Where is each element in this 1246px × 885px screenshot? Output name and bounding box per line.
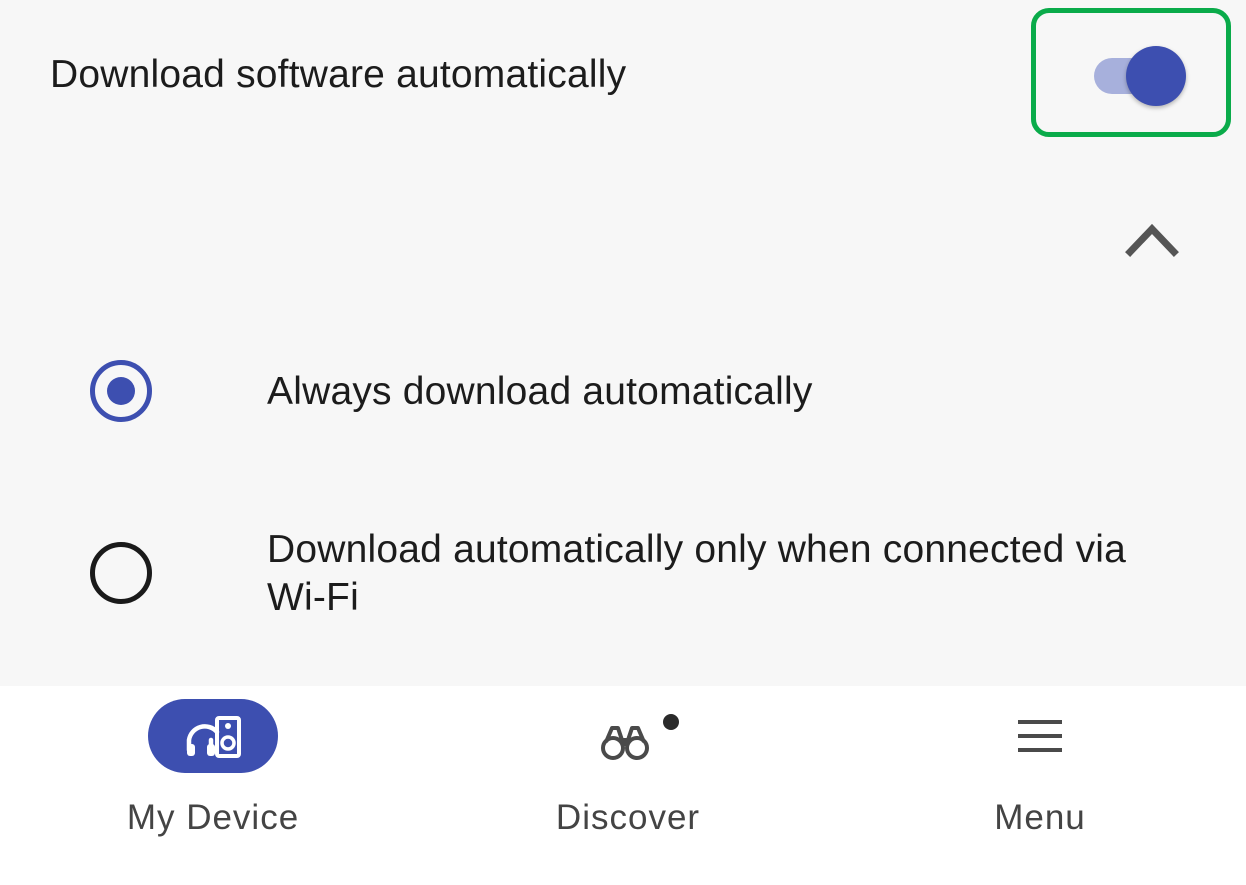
- auto-download-toggle[interactable]: [1090, 44, 1190, 108]
- auto-download-title: Download software automatically: [50, 53, 627, 96]
- option-wifi-only[interactable]: Download automatically only when connect…: [0, 510, 1246, 660]
- nav-discover[interactable]: Discover: [503, 686, 753, 885]
- bottom-navigation: My Device Discover Menu: [0, 686, 1246, 885]
- nav-my-device-label: My Device: [126, 798, 300, 837]
- nav-my-device[interactable]: My Device: [88, 686, 338, 885]
- radio-selected[interactable]: [90, 360, 152, 422]
- nav-discover-label: Discover: [555, 798, 701, 837]
- notification-badge: [663, 714, 679, 730]
- radio-unselected[interactable]: [90, 542, 152, 604]
- toggle-thumb: [1126, 46, 1186, 106]
- option-wifi-only-label: Download automatically only when connect…: [267, 528, 1127, 619]
- option-always-download[interactable]: Always download automatically: [0, 330, 1246, 460]
- chevron-up-icon[interactable]: [1122, 214, 1182, 262]
- binoculars-icon: [601, 726, 649, 760]
- option-always-download-label: Always download automatically: [267, 370, 813, 413]
- auto-download-setting-row: Download software automatically: [0, 0, 1246, 150]
- nav-menu-label: Menu: [994, 798, 1086, 837]
- hamburger-menu-icon: [1018, 720, 1062, 752]
- settings-screen: Download software automatically Always d…: [0, 0, 1246, 885]
- headphones-speaker-icon: [186, 716, 241, 758]
- nav-menu[interactable]: Menu: [915, 686, 1165, 885]
